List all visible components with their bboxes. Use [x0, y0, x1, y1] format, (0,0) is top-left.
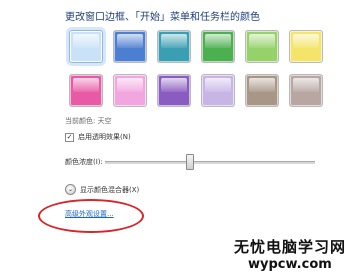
color-swatch-blush[interactable]	[113, 74, 147, 107]
color-intensity-slider-track[interactable]	[105, 161, 315, 164]
transparency-label: 启用透明效果(N)	[78, 133, 131, 141]
swatch-gloss	[293, 78, 319, 92]
color-swatch-leaf[interactable]	[201, 30, 235, 63]
color-mixer-label: 显示颜色混合器(X)	[80, 185, 140, 194]
watermark-title: 无忧电脑学习网	[234, 238, 345, 256]
color-swatch-taupe[interactable]	[245, 74, 279, 107]
color-swatch-violet[interactable]	[157, 74, 191, 107]
color-swatch-lavender[interactable]	[201, 74, 235, 107]
color-intensity-label: 颜色浓度(I):	[65, 158, 103, 166]
swatch-gloss	[205, 78, 231, 92]
swatch-gloss	[205, 34, 231, 48]
color-swatch-lemon[interactable]	[289, 30, 323, 63]
swatch-gloss	[117, 34, 143, 48]
color-swatch-twilight[interactable]	[113, 30, 147, 63]
page-heading: 更改窗口边框、「开始」菜单和任务栏的颜色	[65, 12, 260, 23]
swatch-gloss	[249, 34, 275, 48]
color-swatch-sky[interactable]	[69, 30, 103, 63]
highlight-oval	[38, 199, 144, 233]
color-swatch-chocolate[interactable]	[289, 74, 323, 107]
swatch-gloss	[293, 34, 319, 48]
transparency-checkbox[interactable]: ✓	[65, 132, 74, 142]
swatch-gloss	[73, 34, 99, 48]
swatch-gloss	[117, 78, 143, 92]
swatch-gloss	[249, 78, 275, 92]
swatch-gloss	[161, 78, 187, 92]
color-swatch-pink[interactable]	[69, 74, 103, 107]
color-swatch-lime[interactable]	[245, 30, 279, 63]
transparency-option[interactable]: ✓ 启用透明效果(N)	[65, 132, 131, 142]
swatch-gloss	[161, 34, 187, 48]
watermark-url: wypcw.com	[248, 257, 332, 272]
color-swatch-sea[interactable]	[157, 30, 191, 63]
color-intensity-slider-thumb[interactable]	[186, 154, 194, 170]
color-mixer-toggle[interactable]: ⌄ 显示颜色混合器(X)	[65, 184, 139, 195]
swatch-gloss	[73, 78, 99, 92]
current-color-label: 当前颜色: 天空	[65, 117, 112, 125]
chevron-down-icon[interactable]: ⌄	[65, 184, 76, 195]
